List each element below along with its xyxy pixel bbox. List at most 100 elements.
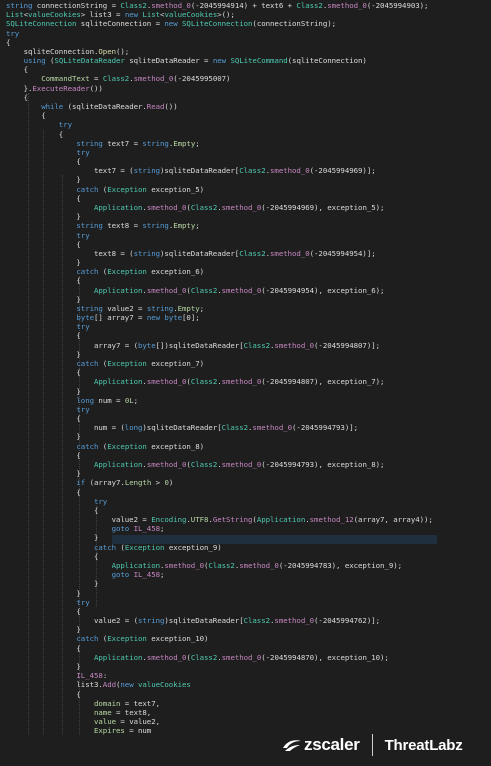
code-token: )sqliteDataReader[ [160,166,240,176]
code-token: (sqliteDataReader. [63,101,147,111]
code-token: (-2045994762)]; [314,616,381,626]
code-token: exception_7) [146,359,205,369]
code-token: { [6,37,11,47]
code-token: ; [195,138,200,148]
code-token: = value2, [116,717,160,727]
code-token: smethod_0 [151,1,191,10]
code-token: { [6,606,81,616]
code-line: value2 = Encoding.UTF8.GetString(Applica… [6,515,433,524]
code-token: string [76,303,103,313]
code-line: Application.smethod_0(Class2.smethod_0(-… [6,203,384,212]
code-token: valueCookies [164,10,218,20]
code-token: Length [124,478,152,488]
code-token: Class2 [296,1,323,10]
code-line: { [6,414,81,424]
code-token: = [89,74,103,84]
code-token: smethod_0 [221,460,262,469]
code-line: goto IL_458; [6,524,165,534]
code-token: ; [199,303,205,313]
code-token: { [6,129,64,139]
code-token: > list3 = [80,10,125,20]
code-token: byte [76,313,95,323]
code-token: smethod_0 [239,560,279,570]
code-token: ( [98,184,108,194]
code-token: ( [98,441,108,451]
code-token: ( [98,267,108,277]
code-line: name = text8, [6,708,151,717]
code-token: { [6,689,81,699]
code-token: : [102,671,108,681]
code-token: Application [111,560,160,570]
code-token: (array7. [85,478,125,488]
code-line: } [6,662,80,671]
code-line: string connectionString = Class2.smethod… [6,1,428,10]
code-token: Class2 [208,560,235,570]
code-token: { [6,643,81,653]
code-token: valueCookies [28,10,81,20]
code-token: new [120,680,134,690]
code-line: Application.smethod_0(Class2.smethod_0(-… [6,460,384,469]
code-token: [])sqliteDataReader[ [155,340,244,350]
code-line: Application.smethod_0(Class2.smethod_0(-… [6,561,402,570]
code-token: connectionString = [32,1,121,10]
code-token: IL_458 [133,524,161,534]
code-token: Expires [94,726,125,736]
code-token: smethod_0 [164,560,205,570]
code-editor[interactable]: string connectionString = Class2.smethod… [0,0,491,766]
code-token: (-2045994903); [366,1,429,10]
code-token: { [6,193,81,203]
code-token: sqliteDataReader = [124,56,213,66]
watermark-divider [371,734,373,756]
code-line: using (SQLiteDataReader sqliteDataReader… [6,56,367,65]
code-line: catch (Exception exception_9) [6,543,222,552]
code-token: smethod_0 [252,423,293,433]
code-token: { [6,505,99,515]
code-token: }. [6,83,33,93]
code-token: Exception [124,542,165,552]
code-token: ()) [164,101,178,111]
code-line: domain = text7, [6,699,160,708]
zscaler-brand-text: zscaler [304,735,360,754]
code-token: (-2045994793), exception_8); [261,460,385,469]
code-line: } [6,589,80,598]
code-line: list3.Add(new valueCookies [6,680,190,690]
code-token: goto [111,524,130,534]
code-line: byte[] array7 = new byte[0]; [6,313,199,323]
code-token: byte [164,313,183,323]
code-token: Application [94,377,143,387]
code-token: { [6,450,81,460]
code-token: { [6,157,81,167]
code-line: { [6,331,80,340]
code-token: exception_6) [146,267,205,277]
code-line: { [6,65,28,74]
code-token: } [6,294,81,304]
code-token: string [76,138,103,148]
code-token: (-2045994783), exception_9); [278,560,403,570]
code-token: text7 = ( [6,166,134,176]
code-token: { [6,65,28,75]
code-token: { [6,414,81,424]
code-token: try [76,322,90,332]
code-token: (-2045994807)]; [314,340,381,350]
code-line: { [6,552,98,561]
code-token: } [6,175,81,185]
code-token: smethod_0 [327,1,367,10]
code-token: { [6,92,28,102]
code-token: sqliteConnection. [6,46,99,56]
code-token: num = [94,395,125,405]
code-token: catch [76,184,99,194]
code-token: smethod_0 [146,460,187,469]
code-token: )sqliteDataReader[ [164,616,244,626]
